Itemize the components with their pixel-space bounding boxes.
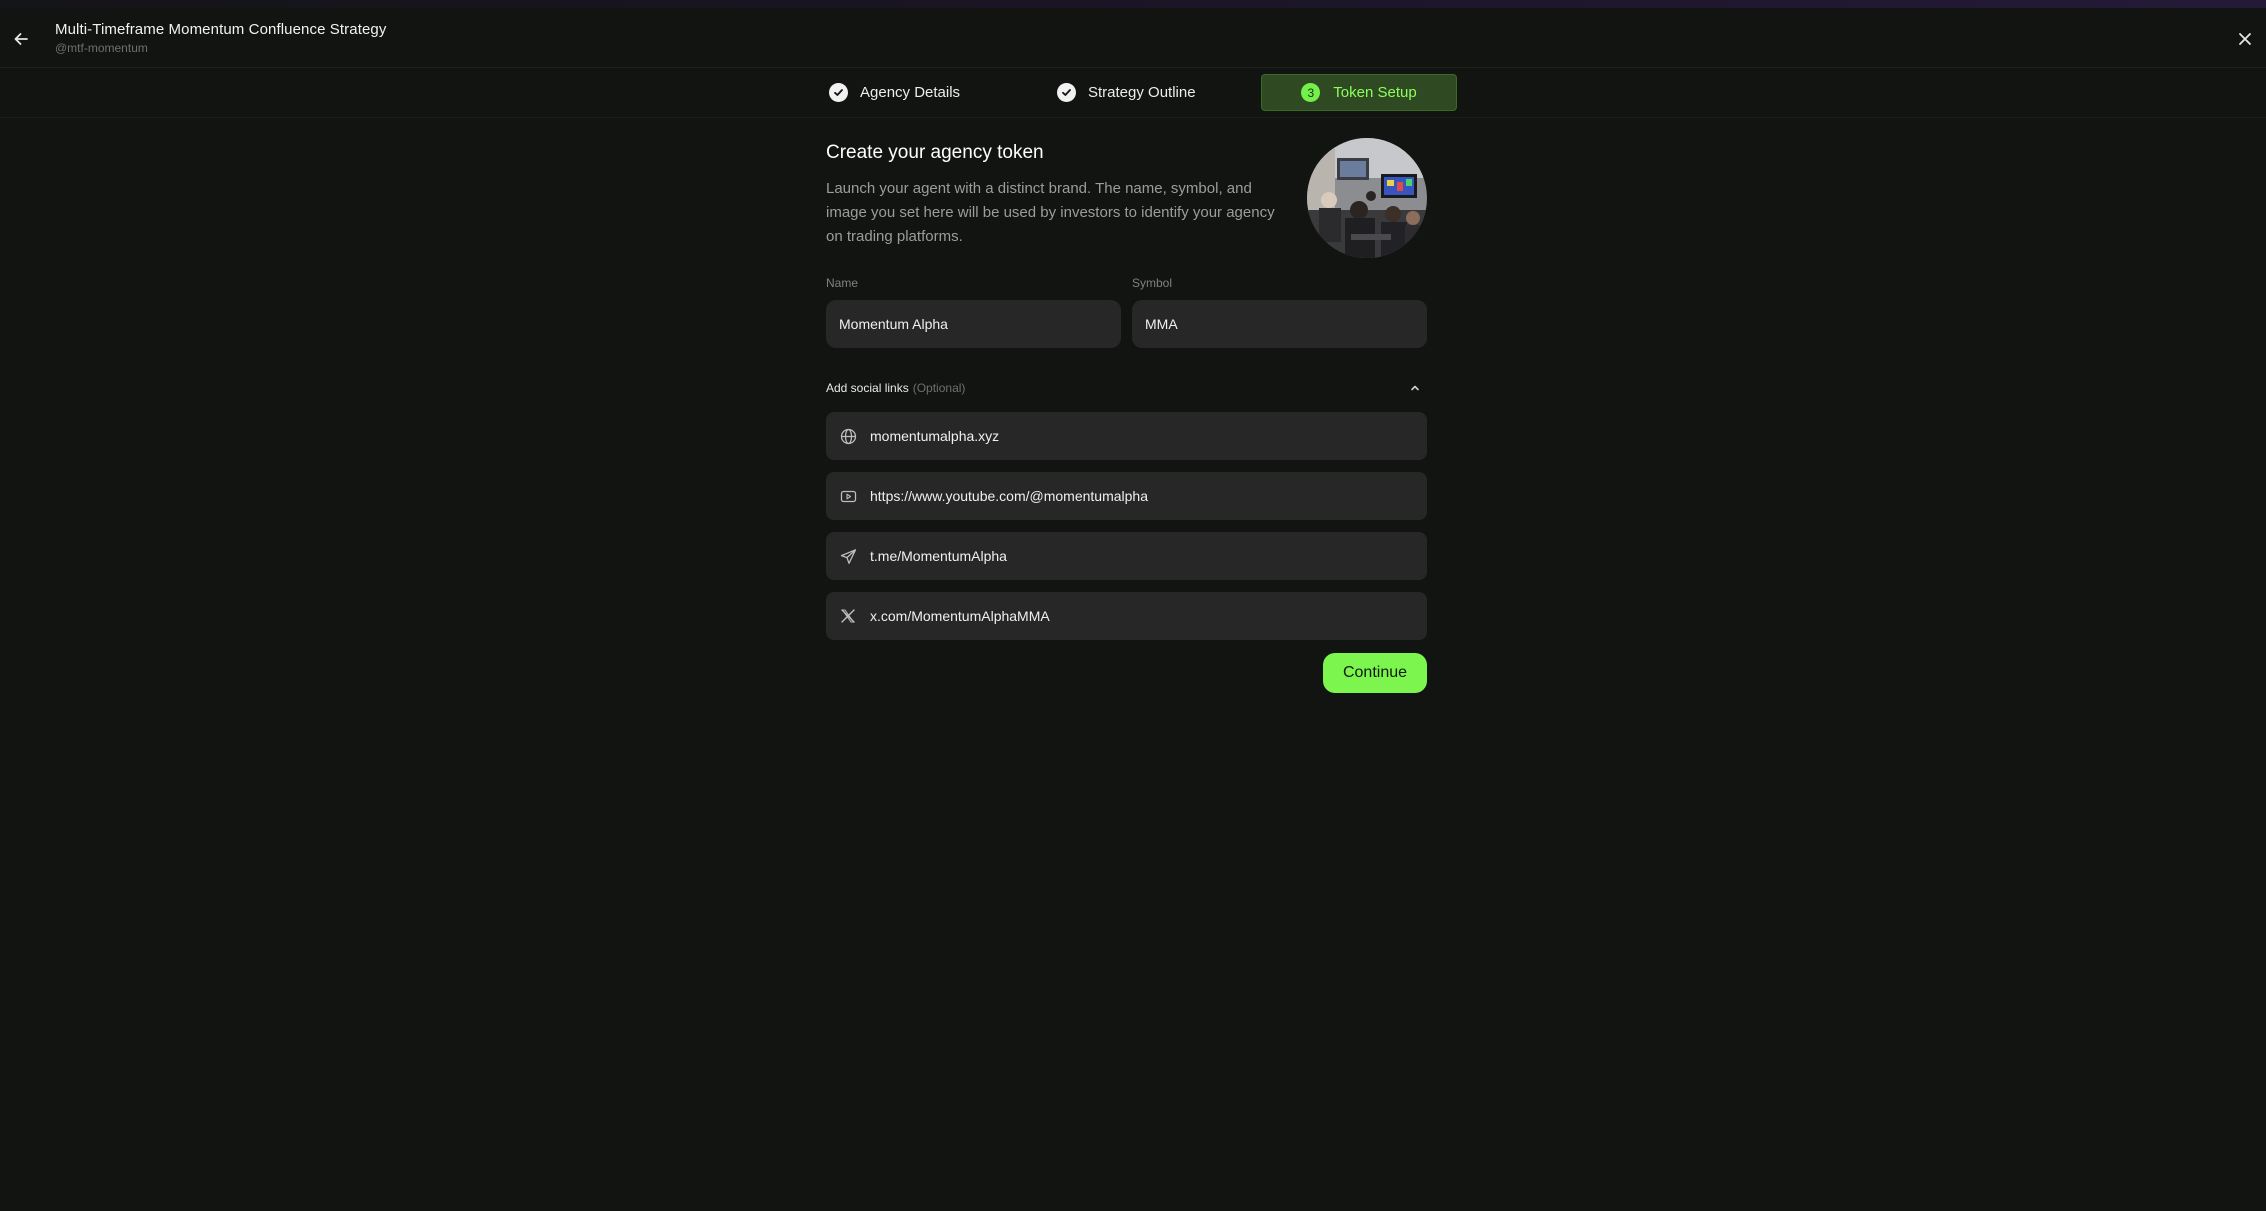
section-title: Create your agency token [826,142,1044,163]
step-label: Agency Details [860,84,961,101]
globe-icon [826,428,870,445]
close-icon [2239,33,2251,45]
check-circle-icon [829,83,848,102]
page-header: Multi-Timeframe Momentum Confluence Stra… [0,8,2266,68]
website-link-value: momentumalpha.xyz [870,428,1000,444]
x-icon [826,608,870,624]
name-label: Name [826,276,859,290]
check-circle-icon [1057,83,1076,102]
close-button[interactable] [2234,28,2256,50]
step-label: Token Setup [1333,84,1417,101]
step-strategy-outline[interactable]: Strategy Outline [1057,74,1196,111]
arrow-left-icon [14,33,28,45]
website-link-input[interactable]: momentumalpha.xyz [826,412,1427,460]
continue-button[interactable]: Continue [1323,653,1427,693]
section-description: Launch your agent with a distinct brand.… [826,180,1275,245]
x-link-input[interactable]: x.com/MomentumAlphaMMA [826,592,1427,640]
token-name-value: Momentum Alpha [839,316,948,332]
chevron-up-icon[interactable] [1407,380,1423,396]
strategy-title: Multi-Timeframe Momentum Confluence Stra… [55,21,387,38]
optional-tag: (Optional) [912,381,966,395]
social-links-header[interactable]: Add social links (Optional) [826,378,1427,398]
x-link-value: x.com/MomentumAlphaMMA [870,608,1050,624]
step-label: Strategy Outline [1088,84,1196,101]
social-links-label: Add social links [826,381,909,395]
telegram-link-input[interactable]: t.me/MomentumAlpha [826,532,1427,580]
wizard-steps: Agency Details Strategy Outline 3 Token … [0,68,2266,118]
telegram-icon [826,548,870,565]
token-image[interactable] [1307,138,1427,258]
step-agency-details[interactable]: Agency Details [829,74,960,111]
youtube-link-value: https://www.youtube.com/@momentumalpha [870,488,1149,504]
token-symbol-value: MMA [1145,316,1178,332]
token-name-input[interactable]: Momentum Alpha [826,300,1121,348]
youtube-icon [826,488,870,505]
symbol-label: Symbol [1132,276,1173,290]
telegram-link-value: t.me/MomentumAlpha [870,548,1007,564]
step-token-setup[interactable]: 3 Token Setup [1261,74,1457,111]
step-number-badge: 3 [1301,83,1321,102]
strategy-handle: @mtf-momentum [55,41,148,55]
token-symbol-input[interactable]: MMA [1132,300,1427,348]
youtube-link-input[interactable]: https://www.youtube.com/@momentumalpha [826,472,1427,520]
back-button[interactable] [10,28,32,50]
top-gradient-bar [0,0,2266,8]
